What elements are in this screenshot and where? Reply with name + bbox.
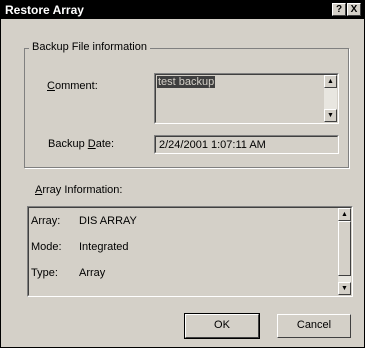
array-info-scrollbar[interactable]: ▲ ▼: [338, 208, 351, 295]
scroll-thumb[interactable]: [338, 221, 351, 276]
type-row-value: Array: [79, 267, 106, 279]
backup-date-label: Backup Date:: [48, 138, 115, 150]
title-bar[interactable]: Restore Array ? X: [1, 1, 364, 19]
comment-textbox[interactable]: test backup ▲ ▼: [154, 73, 339, 124]
backup-group-legend: Backup File information: [29, 41, 150, 53]
close-button[interactable]: X: [347, 3, 361, 16]
type-row-key: Type:: [31, 267, 58, 279]
mode-row-key: Mode:: [31, 241, 62, 253]
cancel-button[interactable]: Cancel: [277, 314, 351, 338]
backup-date-value: 2/24/2001 1:07:11 AM: [159, 139, 266, 151]
scroll-up-arrow-icon[interactable]: ▲: [324, 75, 337, 88]
array-row-value: DIS ARRAY: [79, 215, 137, 227]
comment-scrollbar[interactable]: ▲ ▼: [324, 75, 337, 122]
mode-row-value: Integrated: [79, 241, 129, 253]
array-row-key: Array:: [31, 215, 61, 227]
ok-button[interactable]: OK: [185, 314, 259, 338]
array-info-label: Array Information:: [35, 184, 123, 196]
comment-label: Comment:: [47, 80, 98, 92]
scroll-down-arrow-icon[interactable]: ▼: [324, 109, 337, 122]
comment-text: test backup: [157, 76, 216, 88]
backup-date-field[interactable]: 2/24/2001 1:07:11 AM: [154, 135, 339, 154]
dialog-title: Restore Array: [5, 3, 84, 17]
array-info-list[interactable]: Array: DIS ARRAY Mode: Integrated Type: …: [27, 206, 353, 297]
scroll-down-arrow-icon[interactable]: ▼: [338, 282, 351, 295]
help-button[interactable]: ?: [332, 3, 346, 16]
restore-array-dialog: Restore Array ? X Backup File informatio…: [0, 0, 365, 348]
scroll-up-arrow-icon[interactable]: ▲: [338, 208, 351, 221]
